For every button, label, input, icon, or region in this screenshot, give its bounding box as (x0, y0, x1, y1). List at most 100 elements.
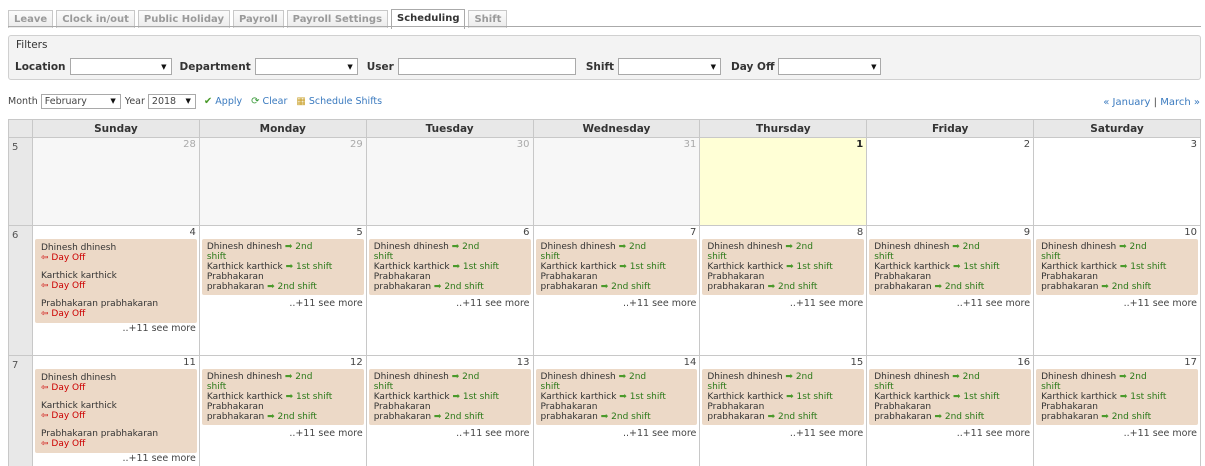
employee-name: Karthick karthick (707, 392, 784, 402)
calendar-day-cell[interactable]: 5 Dhinesh dhinesh ➡ 2nd shift Karthick kart… (198, 225, 367, 356)
calendar-day-cell[interactable]: 17 Dhinesh dhinesh ➡ 2nd shift Karthick kar… (1033, 355, 1201, 466)
see-more-link[interactable]: ..+11 see more (367, 425, 533, 439)
day-off-status: ⇦ Day Off (41, 439, 86, 449)
shift-line: Karthick karthick ➡ 1st shift (707, 262, 859, 272)
day-number: 12 (349, 357, 363, 368)
day-off-status: ⇦ Day Off (41, 383, 86, 393)
shift-name: 1st shift (629, 262, 666, 272)
shift-line: prabhakaran ➡ 2nd shift (707, 282, 859, 292)
schedule-event-box[interactable]: Dhinesh dhinesh ➡ 2nd shift Karthick karth… (201, 239, 364, 295)
arrow-right-icon: ➡ (950, 262, 964, 272)
calendar-day-cell[interactable]: 28 (32, 137, 200, 226)
calendar-day-cell[interactable]: 15 Dhinesh dhinesh ➡ 2nd shift Karthick kar… (699, 355, 868, 466)
calendar-week-row: 5 28 29 30 31 1 2 3 (8, 137, 1201, 226)
schedule-event-box[interactable]: Dhinesh dhinesh ➡ 2nd shift Karthick karth… (368, 239, 531, 295)
arrow-right-icon: ➡ (448, 372, 463, 382)
apply-button[interactable]: ✔ Apply (204, 96, 242, 107)
day-number: 15 (850, 357, 864, 368)
see-more-link[interactable]: ..+11 see more (367, 295, 533, 309)
calendar-day-cell[interactable]: 3 (1033, 137, 1201, 226)
year-select[interactable]: 2018 ▼ (147, 93, 196, 109)
apply-label: Apply (215, 95, 243, 107)
calendar-day-cell[interactable]: 9 Dhinesh dhinesh ➡ 2nd shift Karthick kart… (866, 225, 1035, 356)
shift-name: 1st shift (296, 262, 333, 272)
shift-line: Dhinesh dhinesh ➡ 2nd (707, 372, 859, 382)
calendar-day-cell[interactable]: 6 Dhinesh dhinesh ➡ 2nd shift Karthick kart… (365, 225, 534, 356)
see-more-link[interactable]: ..+11 see more (700, 295, 866, 309)
calendar-day-cell[interactable]: 16 Dhinesh dhinesh ➡ 2nd shift Karthick kar… (866, 355, 1035, 466)
see-more-link[interactable]: ..+11 see more (33, 323, 199, 334)
shift-line: Prabhakaran (1041, 272, 1193, 282)
location-select[interactable]: ▼ (69, 58, 172, 75)
schedule-shifts-button[interactable]: ▦ Schedule Shifts (296, 96, 382, 107)
next-month-link[interactable]: March » (1160, 97, 1200, 108)
see-more-link[interactable]: ..+11 see more (700, 425, 866, 439)
calendar-day-cell[interactable]: 13 Dhinesh dhinesh ➡ 2nd shift Karthick kar… (365, 355, 534, 466)
see-more-link[interactable]: ..+11 see more (200, 295, 366, 309)
department-label: Department (179, 60, 251, 73)
see-more-link[interactable]: ..+11 see more (534, 425, 700, 439)
arrow-right-icon: ➡ (449, 262, 463, 272)
weekday-header: Sunday (32, 119, 200, 138)
schedule-event-box[interactable]: Dhinesh dhinesh ➡ 2nd shift Karthick karth… (869, 369, 1032, 425)
department-select[interactable]: ▼ (254, 58, 358, 75)
filters-row: Location ▼ Department ▼ User Shift ▼ Day… (15, 58, 882, 75)
calendar-day-cell[interactable]: 7 Dhinesh dhinesh ➡ 2nd shift Karthick kart… (532, 225, 701, 356)
calendar-day-cell[interactable]: 2 (866, 137, 1035, 226)
shift-line: Prabhakaran (207, 272, 359, 282)
see-more-link[interactable]: ..+11 see more (1034, 295, 1200, 309)
calendar-day-cell[interactable]: 12 Dhinesh dhinesh ➡ 2nd shift Karthick kar… (198, 355, 367, 466)
dayoff-select[interactable]: ▼ (778, 58, 882, 75)
month-select[interactable]: February ▼ (40, 93, 121, 109)
schedule-event-box[interactable]: Dhinesh dhinesh ⇦ Day Off Karthick karthic… (35, 369, 197, 453)
employee-name: Dhinesh dhinesh (41, 373, 117, 383)
shift-line: Dhinesh dhinesh ➡ 2nd (1041, 372, 1193, 382)
chevron-down-icon: ▼ (161, 62, 167, 71)
shift-name: 2nd (962, 242, 980, 252)
schedule-event-box[interactable]: Dhinesh dhinesh ➡ 2nd shift Karthick karth… (702, 369, 865, 425)
employee-name: Karthick karthick (1041, 262, 1117, 272)
calendar-day-cell[interactable]: 8 Dhinesh dhinesh ➡ 2nd shift Karthick kart… (699, 225, 868, 356)
schedule-event-box[interactable]: Dhinesh dhinesh ➡ 2nd shift Karthick karth… (535, 239, 698, 295)
shift-select[interactable]: ▼ (618, 58, 722, 75)
weekday-header: Tuesday (365, 119, 534, 138)
calendar-body: 5 28 29 30 31 1 2 3 6 4 Dhinesh dhinesh ⇦ Day Off Ka… (8, 137, 1201, 466)
calendar-day-cell[interactable]: 14 Dhinesh dhinesh ➡ 2nd shift Karthick kar… (532, 355, 701, 466)
schedule-event-box[interactable]: Dhinesh dhinesh ➡ 2nd shift Karthick karth… (1036, 239, 1198, 295)
schedule-event-box[interactable]: Dhinesh dhinesh ⇦ Day Off Karthick karthic… (35, 239, 197, 323)
see-more-link[interactable]: ..+11 see more (1034, 425, 1200, 439)
see-more-link[interactable]: ..+11 see more (33, 453, 199, 464)
schedule-event-box[interactable]: Dhinesh dhinesh ➡ 2nd shift Karthick karth… (201, 369, 364, 425)
employee-name: prabhakaran (1041, 282, 1099, 292)
day-number: 1 (856, 139, 864, 150)
user-input[interactable] (397, 58, 576, 75)
see-more-link[interactable]: ..+11 see more (867, 295, 1033, 309)
schedule-event-box[interactable]: Dhinesh dhinesh ➡ 2nd shift Karthick karth… (535, 369, 698, 425)
shift-line: shift (874, 252, 1026, 262)
calendar-day-cell[interactable]: 29 (198, 137, 367, 226)
see-more-link[interactable]: ..+11 see more (534, 295, 700, 309)
shift-name: shift (874, 382, 894, 392)
calendar-day-cell[interactable]: 1 (699, 137, 868, 226)
calendar-day-cell[interactable]: 30 (365, 137, 534, 226)
calendar-day-cell[interactable]: 31 (532, 137, 701, 226)
employee-name: Karthick karthick (707, 262, 784, 272)
prev-month-link[interactable]: « January (1103, 97, 1150, 108)
shift-name: shift (540, 252, 560, 262)
see-more-link[interactable]: ..+11 see more (867, 425, 1033, 439)
calendar-day-cell[interactable]: 11 Dhinesh dhinesh ⇦ Day Off Karthick karth… (32, 355, 200, 466)
calendar-day-cell[interactable]: 10 Dhinesh dhinesh ➡ 2nd shift Karthick kar… (1033, 225, 1201, 356)
schedule-event-box[interactable]: Dhinesh dhinesh ➡ 2nd shift Karthick karth… (869, 239, 1032, 295)
schedule-event-box[interactable]: Dhinesh dhinesh ➡ 2nd shift Karthick karth… (1036, 369, 1198, 425)
schedule-event-box[interactable]: Dhinesh dhinesh ➡ 2nd shift Karthick karth… (702, 239, 865, 295)
shift-line: shift (707, 382, 859, 392)
checkmark-icon: ✔ (203, 95, 213, 107)
employee-name: Karthick karthick (41, 271, 117, 281)
clear-button[interactable]: ⟳ Clear (251, 96, 287, 107)
see-more-link[interactable]: ..+11 see more (200, 425, 366, 439)
shift-name: 2nd (295, 242, 313, 252)
schedule-event-box[interactable]: Dhinesh dhinesh ➡ 2nd shift Karthick karth… (368, 369, 531, 425)
arrow-right-icon: ➡ (431, 282, 445, 292)
shift-line: prabhakaran ➡ 2nd shift (374, 282, 526, 292)
calendar-day-cell[interactable]: 4 Dhinesh dhinesh ⇦ Day Off Karthick karthi… (32, 225, 200, 356)
